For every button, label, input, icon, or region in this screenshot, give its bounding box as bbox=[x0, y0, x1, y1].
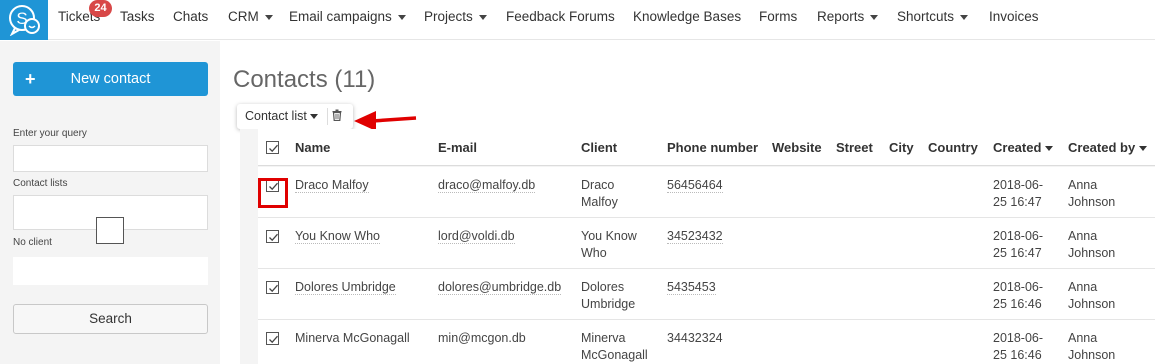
checkmark-icon bbox=[269, 233, 278, 242]
contact-created: 2018-06- 25 16:47 bbox=[993, 229, 1044, 260]
chevron-down-icon bbox=[264, 14, 273, 20]
nav-knowledge-bases[interactable]: Knowledge Bases bbox=[633, 0, 741, 40]
nav-tasks[interactable]: Tasks bbox=[120, 0, 155, 40]
contact-client[interactable]: Draco Malfoy bbox=[581, 177, 618, 211]
filter-sidebar: + New contact Enter your query Contact l… bbox=[0, 41, 220, 364]
query-label: Enter your query bbox=[13, 128, 87, 139]
contact-phone[interactable]: 5435453 bbox=[667, 279, 716, 296]
select-all-checkbox[interactable] bbox=[266, 141, 279, 154]
row-checkbox[interactable] bbox=[266, 230, 279, 243]
nav-chats[interactable]: Chats bbox=[173, 0, 208, 40]
contact-created: 2018-06- 25 16:46 bbox=[993, 280, 1044, 311]
contact-email[interactable]: lord@voldi.db bbox=[438, 228, 515, 245]
contact-name[interactable]: Minerva McGonagall bbox=[295, 330, 410, 347]
col-client[interactable]: Client bbox=[581, 140, 617, 155]
col-email[interactable]: E-mail bbox=[438, 140, 477, 155]
sort-desc-icon bbox=[1139, 146, 1148, 152]
no-client-checkbox[interactable] bbox=[96, 217, 124, 244]
chevron-down-icon bbox=[478, 14, 487, 20]
bulk-actions-toolbar: Contact list bbox=[237, 104, 353, 129]
no-client-row bbox=[13, 257, 208, 285]
chevron-down-icon bbox=[397, 14, 406, 20]
new-contact-button[interactable]: + New contact bbox=[13, 62, 208, 96]
contact-name[interactable]: You Know Who bbox=[295, 228, 381, 245]
checkmark-icon bbox=[269, 284, 278, 293]
contact-name[interactable]: Dolores Umbridge bbox=[295, 279, 396, 296]
col-phone[interactable]: Phone number bbox=[667, 140, 758, 155]
contact-phone[interactable]: 56456464 bbox=[667, 177, 723, 194]
nav-shortcuts[interactable]: Shortcuts bbox=[897, 0, 969, 40]
contact-created-by: Anna Johnson bbox=[1068, 178, 1116, 209]
col-street[interactable]: Street bbox=[836, 140, 873, 155]
col-country[interactable]: Country bbox=[928, 140, 978, 155]
chevron-down-icon bbox=[309, 114, 318, 120]
nav-forms[interactable]: Forms bbox=[759, 0, 797, 40]
chevron-down-icon bbox=[960, 14, 969, 20]
col-created[interactable]: Created bbox=[993, 140, 1054, 155]
trash-icon[interactable] bbox=[332, 109, 342, 124]
contact-name[interactable]: Draco Malfoy bbox=[295, 177, 369, 194]
table-row[interactable]: You Know Who lord@voldi.db You Know Who 3… bbox=[258, 218, 1155, 269]
query-input[interactable] bbox=[13, 145, 208, 172]
col-website[interactable]: Website bbox=[772, 140, 822, 155]
table-header: Name E-mail Client Phone number Website … bbox=[258, 129, 1155, 166]
toolbar-divider bbox=[327, 108, 328, 125]
checkmark-icon bbox=[269, 335, 278, 344]
tickets-count-badge: 24 bbox=[89, 0, 112, 17]
table-row[interactable]: Draco Malfoy draco@malfoy.db Draco Malfoy… bbox=[258, 167, 1155, 218]
contact-phone[interactable]: 34432324 bbox=[667, 330, 723, 347]
contacts-table: Name E-mail Client Phone number Website … bbox=[240, 129, 1155, 364]
contact-client[interactable]: You Know Who bbox=[581, 228, 637, 262]
contact-list-dropdown[interactable]: Contact list bbox=[245, 104, 318, 129]
plus-icon: + bbox=[25, 69, 36, 89]
sort-desc-icon bbox=[1045, 146, 1054, 152]
page-title: Contacts (11) bbox=[233, 66, 376, 93]
contact-email[interactable]: draco@malfoy.db bbox=[438, 177, 536, 194]
chevron-down-icon bbox=[870, 14, 879, 20]
col-created-by[interactable]: Created by bbox=[1068, 140, 1148, 155]
no-client-label: No client bbox=[13, 237, 52, 248]
search-button[interactable]: Search bbox=[13, 304, 208, 334]
nav-feedback-forums[interactable]: Feedback Forums bbox=[506, 0, 615, 40]
contact-created: 2018-06- 25 16:47 bbox=[993, 178, 1044, 209]
top-navbar: S Tickets 24 Tasks Chats CRM Email campa… bbox=[0, 0, 1155, 40]
contact-phone[interactable]: 34523432 bbox=[667, 228, 723, 245]
nav-invoices[interactable]: Invoices bbox=[989, 0, 1039, 40]
contact-client[interactable]: Minerva McGonagall bbox=[581, 330, 648, 364]
checkmark-icon bbox=[269, 144, 278, 153]
col-name[interactable]: Name bbox=[295, 140, 330, 155]
nav-projects[interactable]: Projects bbox=[424, 0, 487, 40]
app-logo-icon[interactable]: S bbox=[0, 0, 48, 40]
contact-created-by: Anna Johnson bbox=[1068, 229, 1116, 260]
contact-created: 2018-06- 25 16:46 bbox=[993, 331, 1044, 362]
contact-created-by: Anna Johnson bbox=[1068, 331, 1116, 362]
contact-created-by: Anna Johnson bbox=[1068, 280, 1116, 311]
nav-crm[interactable]: CRM bbox=[228, 0, 273, 40]
table-row[interactable]: Dolores Umbridge dolores@umbridge.db Dol… bbox=[258, 269, 1155, 320]
nav-email-campaigns[interactable]: Email campaigns bbox=[289, 0, 406, 40]
row-checkbox[interactable] bbox=[266, 281, 279, 294]
contact-lists-label: Contact lists bbox=[13, 178, 68, 189]
col-city[interactable]: City bbox=[889, 140, 914, 155]
contact-client[interactable]: Dolores Umbridge bbox=[581, 279, 635, 313]
nav-reports[interactable]: Reports bbox=[817, 0, 879, 40]
row-checkbox[interactable] bbox=[266, 332, 279, 345]
table-row[interactable]: Minerva McGonagall min@mcgon.db Minerva M… bbox=[258, 320, 1155, 364]
contact-email[interactable]: dolores@umbridge.db bbox=[438, 279, 562, 296]
contact-email[interactable]: min@mcgon.db bbox=[438, 330, 526, 347]
checkbox-highlight-annotation bbox=[258, 178, 288, 208]
